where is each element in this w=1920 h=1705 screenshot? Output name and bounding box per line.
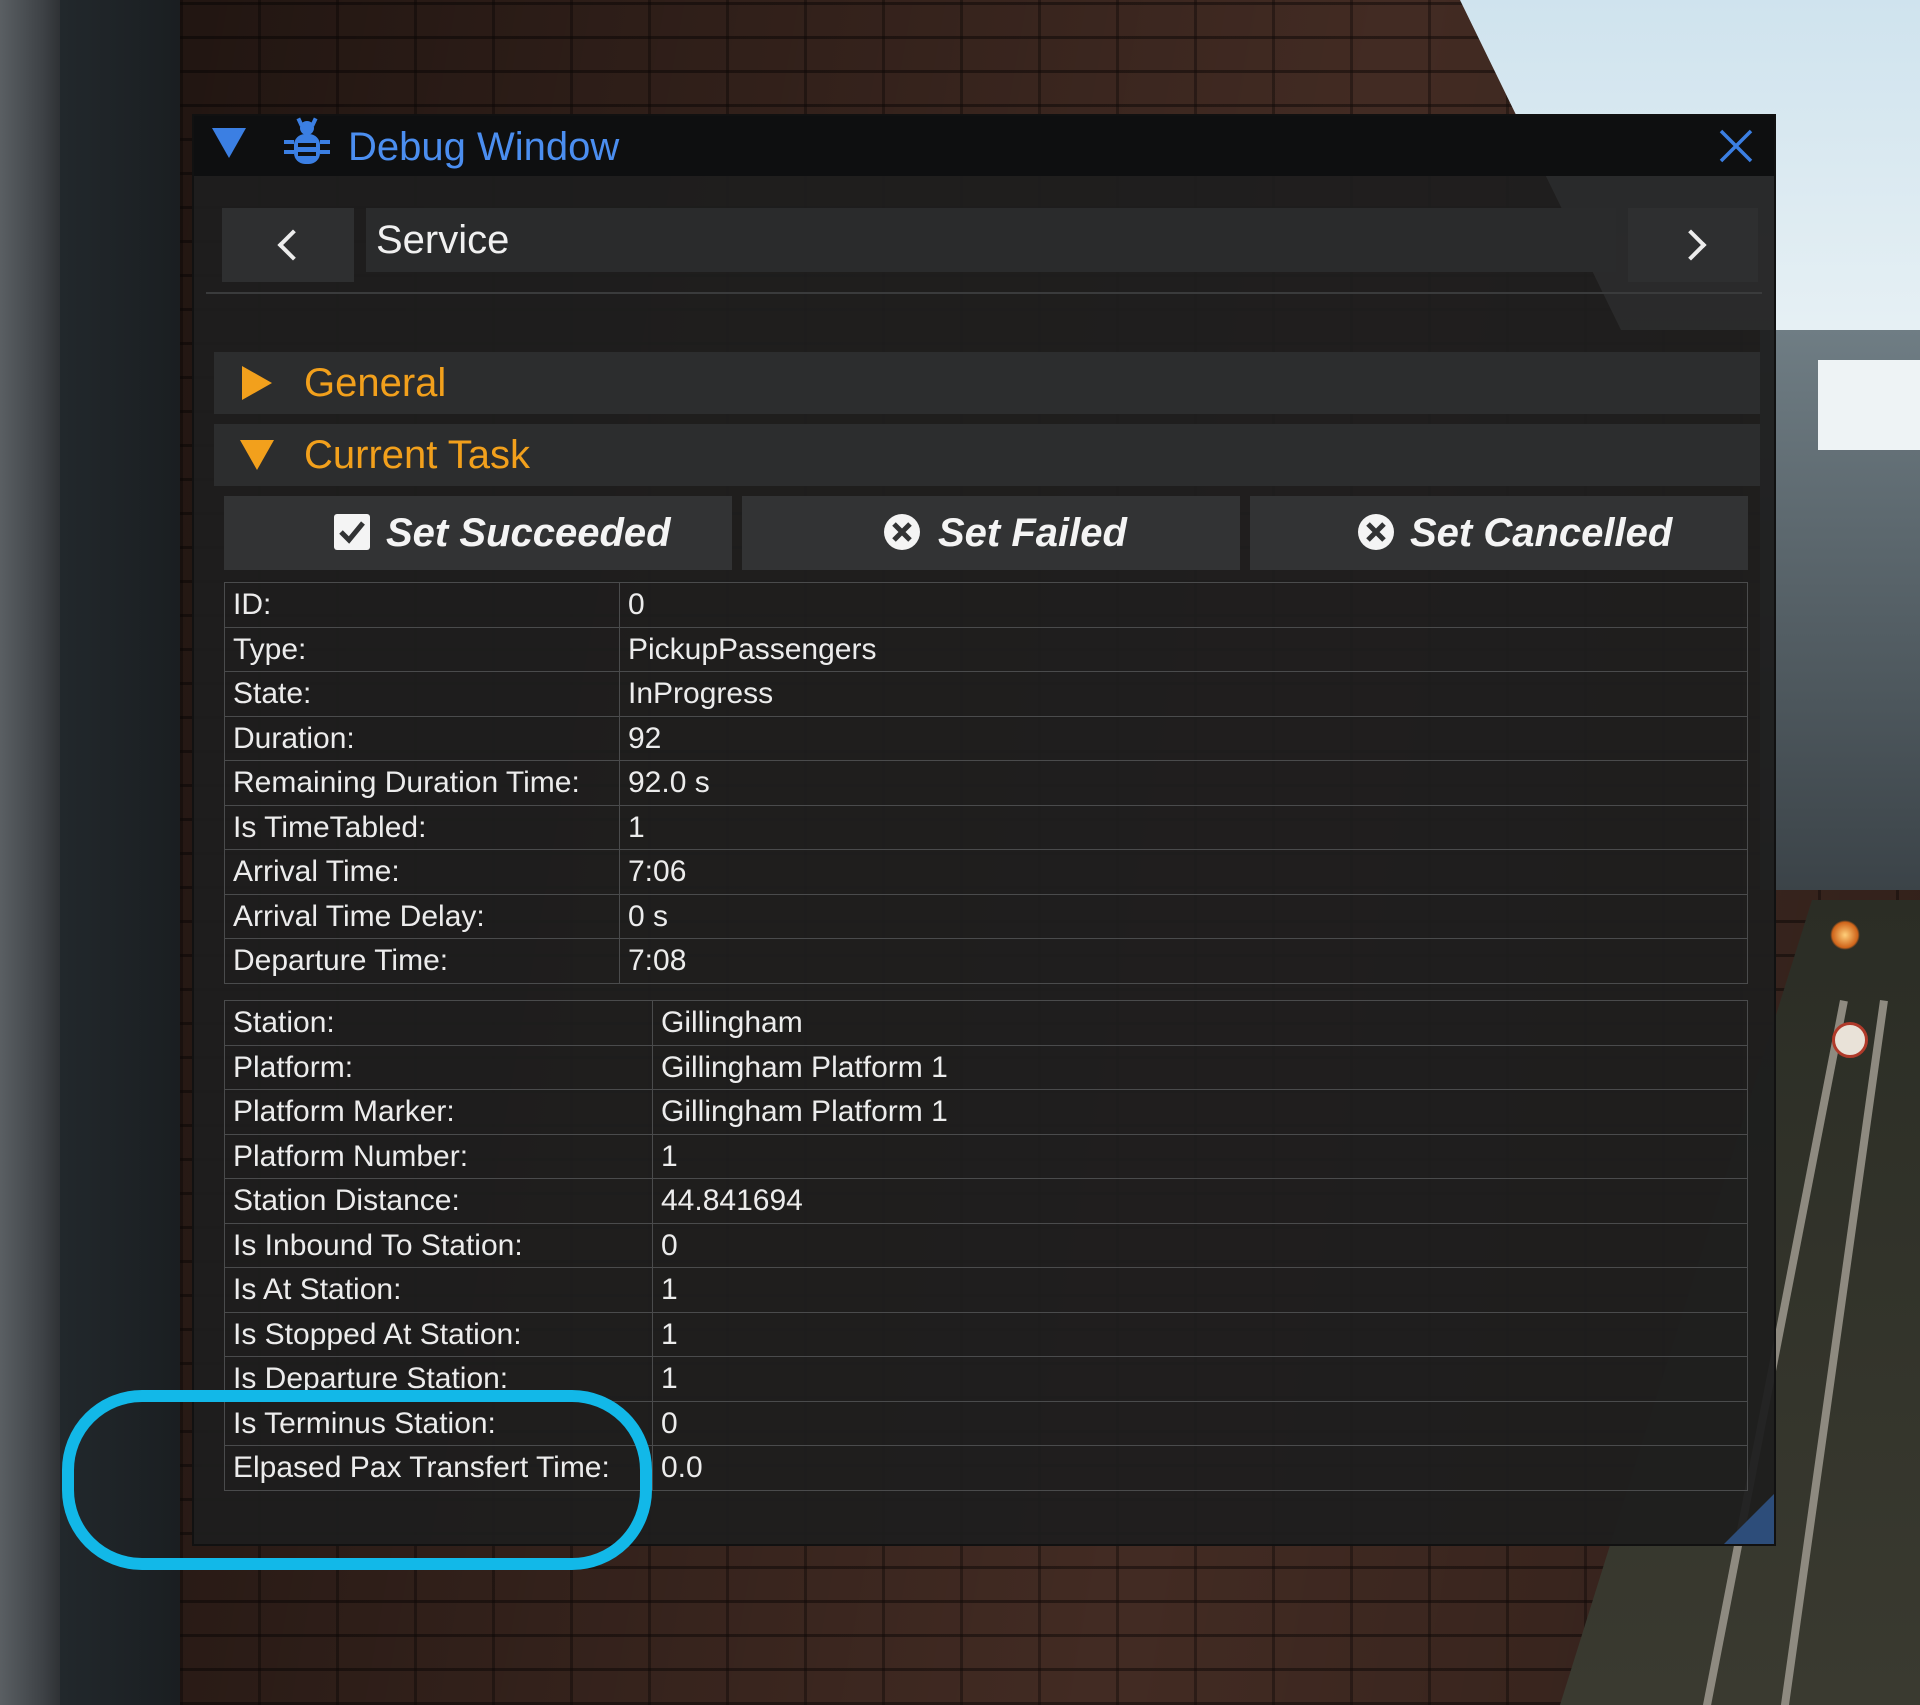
property-key: Is At Station: [224, 1267, 653, 1313]
table-row: Platform Number: 1 [224, 1133, 1748, 1179]
triangle-down-icon [240, 440, 274, 470]
circle-x-icon [1358, 514, 1394, 550]
property-value: 44.841694 [652, 1178, 1748, 1224]
property-value: Gillingham Platform 1 [652, 1089, 1748, 1135]
resize-grip[interactable] [1724, 1494, 1774, 1544]
property-key: Type: [224, 626, 620, 672]
checkbox-checked-icon [334, 514, 370, 550]
property-key: Departure Time: [224, 938, 620, 984]
property-value: InProgress [619, 671, 1748, 717]
property-value: 7:06 [619, 849, 1748, 895]
property-key: Arrival Time: [224, 849, 620, 895]
property-value: 0.0 [652, 1445, 1748, 1491]
table-row: Duration: 92 [224, 715, 1748, 761]
task-actions: Set Succeeded Set Failed Set Cancelled [224, 496, 1748, 570]
set-failed-button[interactable]: Set Failed [742, 496, 1240, 570]
table-row: Remaining Duration Time: 92.0 s [224, 760, 1748, 806]
scene-signal-lamp [1830, 920, 1860, 950]
table-row: Elpased Pax Transfert Time: 0.0 [224, 1445, 1748, 1491]
table-row: Departure Time: 7:08 [224, 938, 1748, 984]
service-dropdown-value: Service [376, 218, 510, 262]
service-selector: Service [222, 208, 1758, 282]
title-bar[interactable]: Debug Window [194, 116, 1774, 176]
property-key: Platform Number: [224, 1133, 653, 1179]
table-row: Station: Gillingham [224, 1000, 1748, 1046]
scene-bridge-window [1818, 360, 1920, 450]
property-key: Platform: [224, 1044, 653, 1090]
set-succeeded-label: Set Succeeded [386, 511, 671, 555]
station-properties-table: Station: Gillingham Platform: Gillingham P… [224, 1000, 1748, 1491]
table-row: Is Departure Station: 1 [224, 1356, 1748, 1402]
table-row: ID: 0 [224, 582, 1748, 628]
property-value: 92.0 s [619, 760, 1748, 806]
property-value: Gillingham Platform 1 [652, 1044, 1748, 1090]
bug-icon [284, 117, 330, 164]
property-value: 1 [652, 1133, 1748, 1179]
service-dropdown[interactable]: Service [366, 208, 1748, 272]
property-value: 0 [652, 1222, 1748, 1268]
table-row: Platform Marker: Gillingham Platform 1 [224, 1089, 1748, 1135]
property-value: 92 [619, 715, 1748, 761]
set-cancelled-button[interactable]: Set Cancelled [1250, 496, 1748, 570]
circle-x-icon [884, 514, 920, 550]
property-key: Station Distance: [224, 1178, 653, 1224]
triangle-down-icon[interactable] [212, 128, 246, 158]
table-row: Is At Station: 1 [224, 1267, 1748, 1313]
property-value: 0 [652, 1400, 1748, 1446]
property-key: Is Terminus Station: [224, 1400, 653, 1446]
property-key: Arrival Time Delay: [224, 893, 620, 939]
set-cancelled-label: Set Cancelled [1410, 511, 1673, 555]
table-row: Arrival Time: 7:06 [224, 849, 1748, 895]
property-key: Station: [224, 1000, 653, 1046]
section-general-label: General [304, 361, 447, 405]
property-value: 0 s [619, 893, 1748, 939]
property-key: Is TimeTabled: [224, 804, 620, 850]
set-succeeded-button[interactable]: Set Succeeded [224, 496, 732, 570]
property-value: 1 [619, 804, 1748, 850]
property-value: 7:08 [619, 938, 1748, 984]
property-value: 1 [652, 1311, 1748, 1357]
scene-wall-shadow [60, 0, 180, 1705]
table-row: Is Terminus Station: 0 [224, 1400, 1748, 1446]
property-value: 1 [652, 1267, 1748, 1313]
section-current-task-header[interactable]: Current Task [214, 424, 1760, 486]
property-key: State: [224, 671, 620, 717]
table-row: Is TimeTabled: 1 [224, 804, 1748, 850]
property-key: Duration: [224, 715, 620, 761]
table-row: Type: PickupPassengers [224, 626, 1748, 672]
property-value: Gillingham [652, 1000, 1748, 1046]
scene-speed-sign [1832, 1022, 1868, 1058]
property-key: Remaining Duration Time: [224, 760, 620, 806]
task-properties-table: ID: 0 Type: PickupPassengers State: InProgr… [224, 582, 1748, 984]
table-row: Station Distance: 44.841694 [224, 1178, 1748, 1224]
window-title: Debug Window [348, 125, 620, 169]
table-row: Is Inbound To Station: 0 [224, 1222, 1748, 1268]
set-failed-label: Set Failed [938, 511, 1127, 555]
property-value: 0 [619, 582, 1748, 628]
property-key: ID: [224, 582, 620, 628]
table-row: Is Stopped At Station: 1 [224, 1311, 1748, 1357]
property-key: Elpased Pax Transfert Time: [224, 1445, 653, 1491]
property-key: Is Inbound To Station: [224, 1222, 653, 1268]
property-key: Is Departure Station: [224, 1356, 653, 1402]
property-key: Platform Marker: [224, 1089, 653, 1135]
close-icon[interactable] [1716, 126, 1756, 166]
property-value: PickupPassengers [619, 626, 1748, 672]
property-value: 1 [652, 1356, 1748, 1402]
property-key: Is Stopped At Station: [224, 1311, 653, 1357]
table-row: State: InProgress [224, 671, 1748, 717]
section-general-header[interactable]: General [214, 352, 1760, 414]
chevron-right-icon [1675, 229, 1707, 261]
scene-wall [0, 0, 60, 1705]
triangle-right-icon [242, 366, 272, 400]
table-row: Arrival Time Delay: 0 s [224, 893, 1748, 939]
table-row: Platform: Gillingham Platform 1 [224, 1044, 1748, 1090]
next-button[interactable] [1628, 208, 1758, 282]
divider [206, 292, 1762, 294]
previous-button[interactable] [222, 208, 354, 282]
debug-window: Debug Window Service General Current Tas… [192, 114, 1776, 1546]
section-current-task-label: Current Task [304, 433, 531, 477]
chevron-left-icon [277, 229, 309, 261]
